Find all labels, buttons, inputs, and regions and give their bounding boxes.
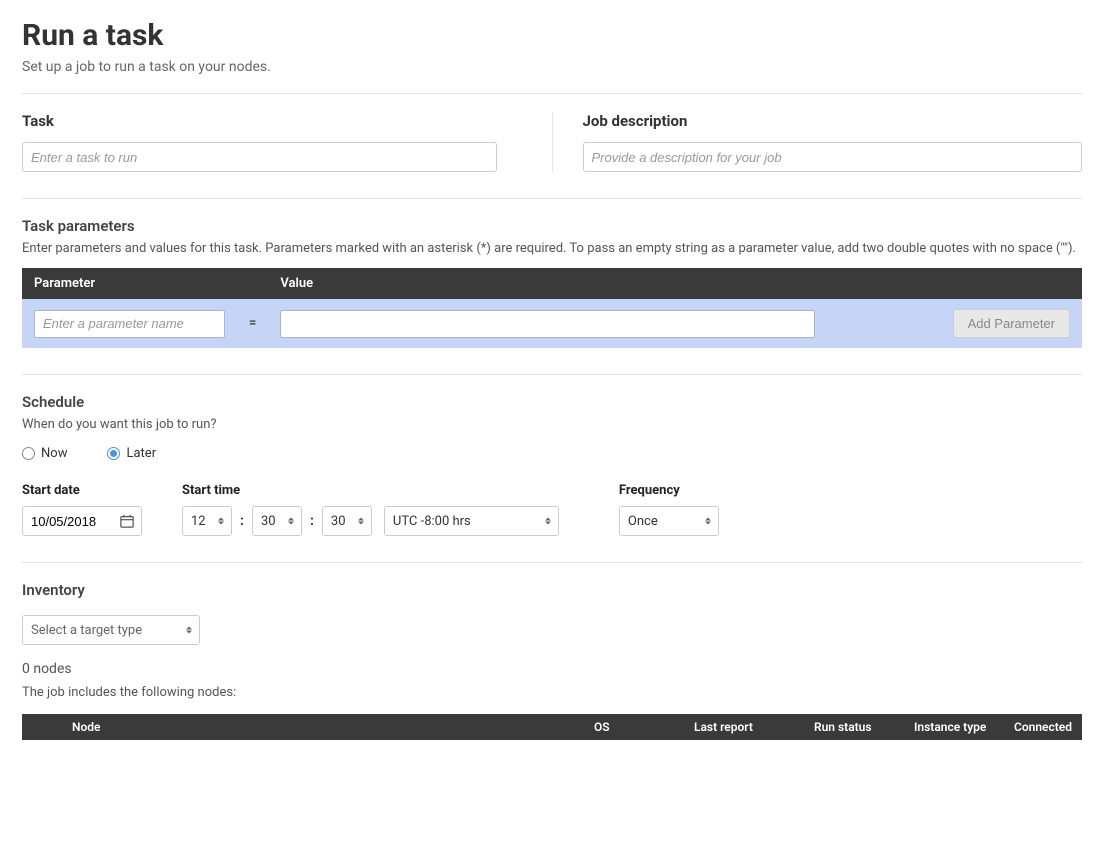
task-job-row: Task Job description <box>22 112 1082 199</box>
minute-select[interactable]: 30 <box>252 506 302 536</box>
task-parameters-section: Task parameters Enter parameters and val… <box>22 217 1082 348</box>
frequency-select[interactable]: Once <box>619 506 719 536</box>
task-parameters-help: Enter parameters and values for this tas… <box>22 241 1082 256</box>
radio-later-label: Later <box>126 446 156 461</box>
col-eq-header <box>237 268 268 299</box>
task-column: Task <box>22 112 552 172</box>
time-colon: : <box>308 513 316 529</box>
col-run-status-header: Run status <box>804 714 904 740</box>
chevron-updown-icon <box>544 518 552 525</box>
radio-now-label: Now <box>41 446 67 461</box>
job-description-label: Job description <box>583 112 1083 130</box>
task-input[interactable] <box>22 142 497 172</box>
calendar-icon <box>120 514 134 528</box>
chevron-updown-icon <box>217 518 225 525</box>
task-label: Task <box>22 112 522 130</box>
col-connected-header: Connected <box>1004 714 1082 740</box>
schedule-controls: Start date Start time 12 : <box>22 483 1082 536</box>
chevron-updown-icon <box>704 518 712 525</box>
frequency-value: Once <box>628 514 658 529</box>
radio-icon <box>22 447 35 460</box>
schedule-question: When do you want this job to run? <box>22 417 1082 432</box>
hour-value: 12 <box>191 514 206 529</box>
start-date-group: Start date <box>22 483 142 536</box>
schedule-radio-now[interactable]: Now <box>22 446 67 461</box>
chevron-updown-icon <box>357 518 365 525</box>
equals-sign: = <box>237 299 268 348</box>
col-parameter-header: Parameter <box>22 268 237 299</box>
col-instance-type-header: Instance type <box>904 714 1004 740</box>
start-time-label: Start time <box>182 483 559 498</box>
start-time-group: Start time 12 : 30 : 30 UTC -8:00 hrs <box>182 483 559 536</box>
col-os-header: OS <box>584 714 684 740</box>
col-action-header <box>842 268 1082 299</box>
divider <box>22 93 1082 94</box>
schedule-heading: Schedule <box>22 393 1082 411</box>
task-parameters-heading: Task parameters <box>22 217 1082 235</box>
inventory-section: Inventory Select a target type 0 nodes T… <box>22 562 1082 740</box>
job-description-column: Job description <box>552 112 1083 172</box>
time-colon: : <box>238 513 246 529</box>
nodes-help-text: The job includes the following nodes: <box>22 685 1082 700</box>
parameter-name-input[interactable] <box>34 310 225 338</box>
chevron-updown-icon <box>287 518 295 525</box>
timezone-value: UTC -8:00 hrs <box>393 514 471 529</box>
second-value: 30 <box>331 514 346 529</box>
task-parameters-table: Parameter Value = Add Parameter <box>22 268 1082 348</box>
frequency-group: Frequency Once <box>619 483 719 536</box>
add-parameter-button[interactable]: Add Parameter <box>953 309 1070 338</box>
param-row: = Add Parameter <box>22 299 1082 348</box>
col-value-header: Value <box>268 268 842 299</box>
col-last-report-header: Last report <box>684 714 804 740</box>
page-title: Run a task <box>22 18 1082 53</box>
schedule-radio-later[interactable]: Later <box>107 446 156 461</box>
target-type-placeholder: Select a target type <box>31 623 142 638</box>
start-date-label: Start date <box>22 483 142 498</box>
col-checkbox-header <box>22 714 62 740</box>
frequency-label: Frequency <box>619 483 719 498</box>
schedule-section: Schedule When do you want this job to ru… <box>22 374 1082 536</box>
hour-select[interactable]: 12 <box>182 506 232 536</box>
target-type-select[interactable]: Select a target type <box>22 615 200 645</box>
timezone-select[interactable]: UTC -8:00 hrs <box>384 506 559 536</box>
nodes-table: Node OS Last report Run status Instance … <box>22 714 1082 740</box>
col-node-header: Node <box>62 714 584 740</box>
inventory-heading: Inventory <box>22 581 1082 599</box>
second-select[interactable]: 30 <box>322 506 372 536</box>
page-subtitle: Set up a job to run a task on your nodes… <box>22 59 1082 75</box>
radio-icon <box>107 447 120 460</box>
nodes-count: 0 nodes <box>22 661 1082 677</box>
chevron-updown-icon <box>185 627 193 634</box>
minute-value: 30 <box>261 514 276 529</box>
job-description-input[interactable] <box>583 142 1083 172</box>
parameter-value-input[interactable] <box>280 310 815 338</box>
schedule-radio-group: Now Later <box>22 446 1082 461</box>
